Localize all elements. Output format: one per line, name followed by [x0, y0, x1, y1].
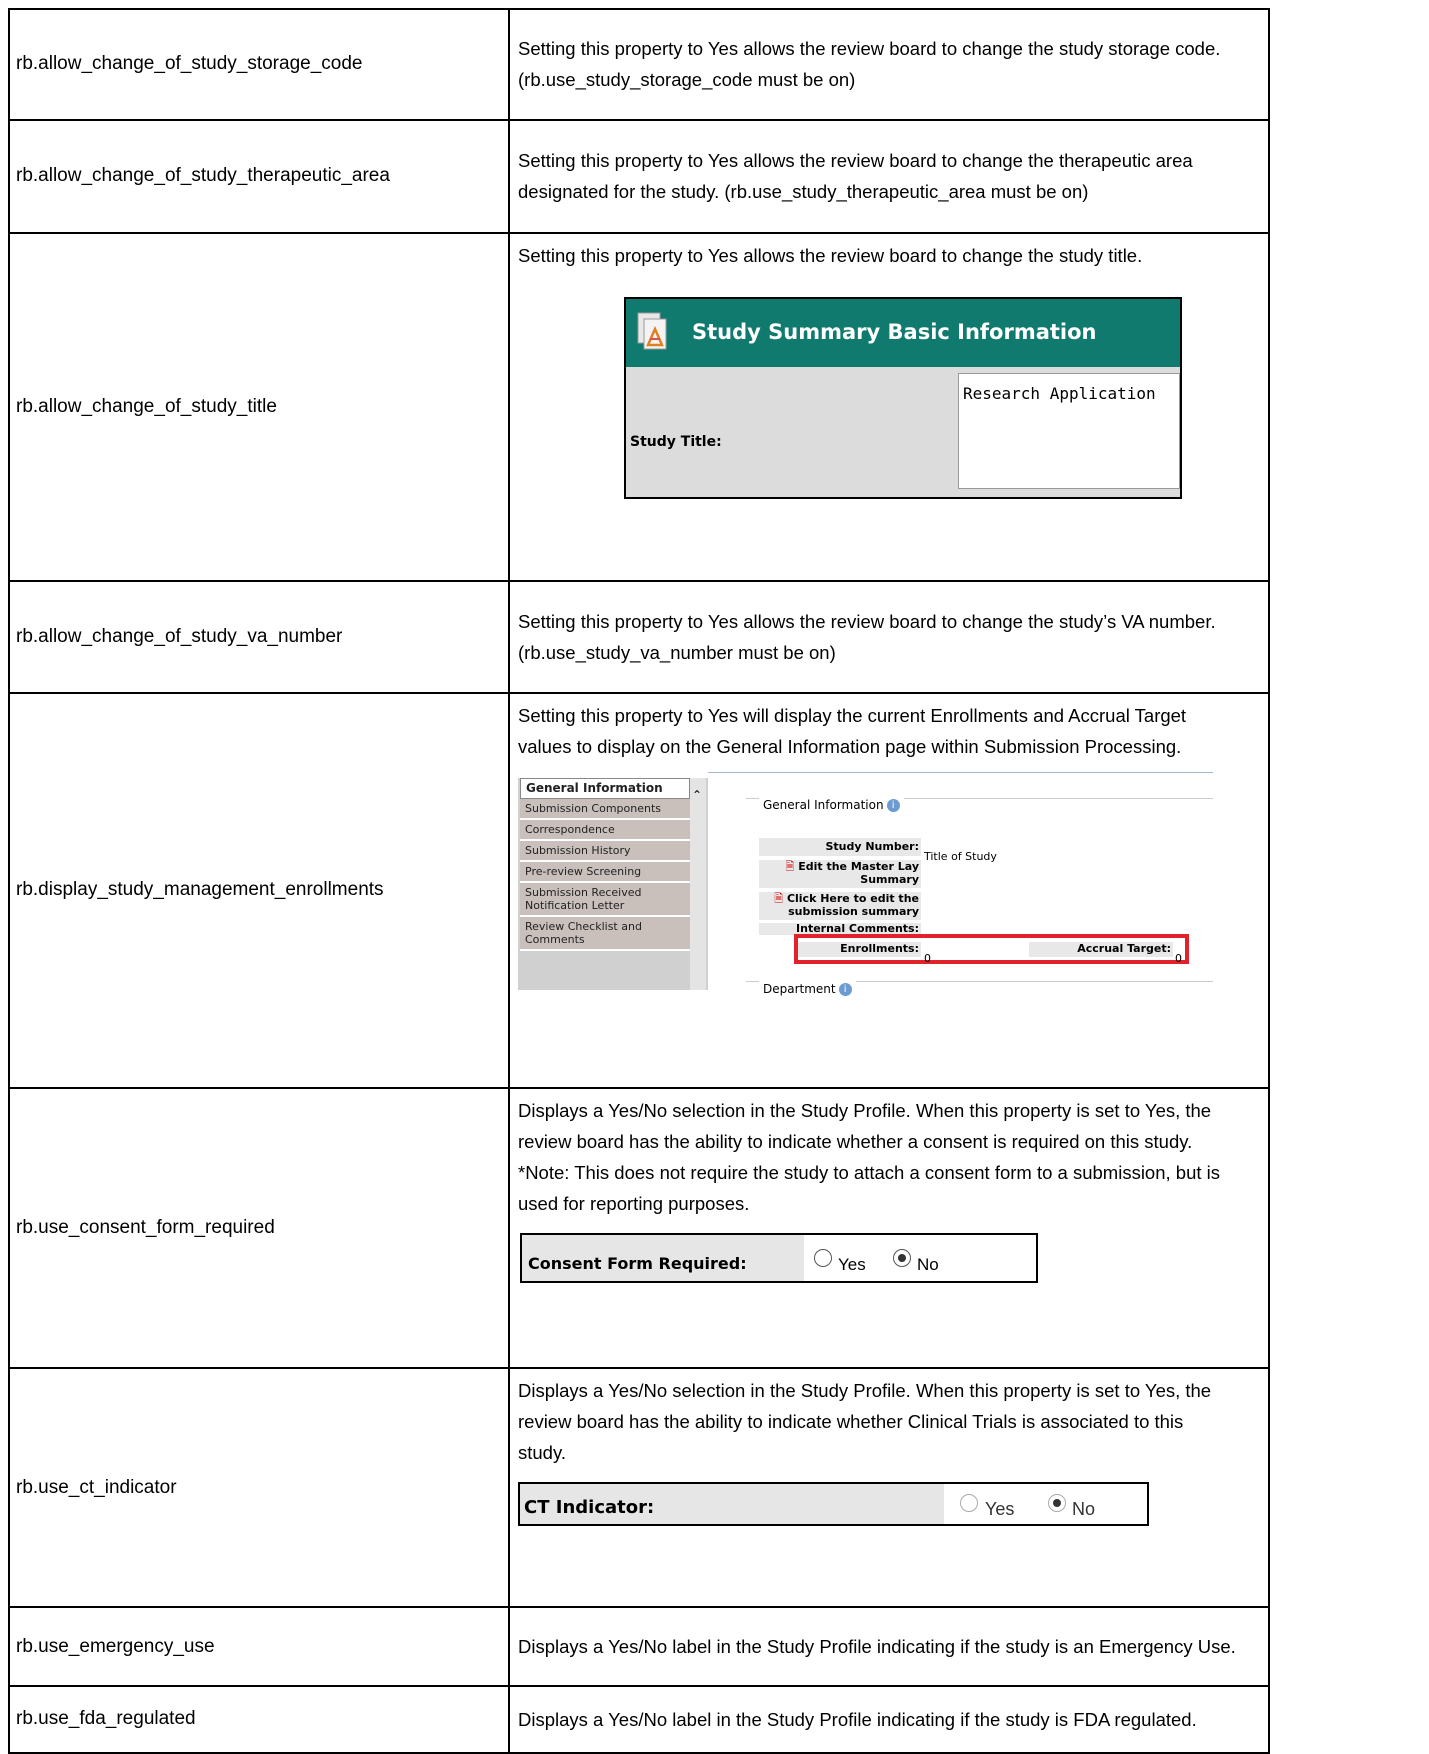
property-description: Displays a Yes/No selection in the Study… — [508, 1366, 1270, 1609]
menu-item-submission-history[interactable]: Submission History — [520, 840, 690, 862]
description-line: Displays a Yes/No selection in the Study… — [518, 1100, 1212, 1122]
ct-no-radio[interactable] — [1048, 1493, 1066, 1512]
property-name: rb.use_ct_indicator — [8, 1366, 510, 1609]
enrollments-value: 0 — [924, 951, 931, 965]
description-line: Setting this property to Yes allows the … — [518, 244, 1143, 266]
consent-yes-radio[interactable] — [814, 1249, 832, 1268]
study-title-input[interactable]: Research Application — [958, 372, 1180, 489]
ct-no-label[interactable]: No — [1072, 1494, 1095, 1525]
study-number-label: Study Number: — [759, 837, 921, 856]
study-number-value: Title of Study — [924, 849, 997, 863]
property-description: Setting this property to Yes allows the … — [508, 8, 1270, 121]
property-description: Displays a Yes/No label in the Study Pro… — [508, 1606, 1270, 1687]
accrual-target-value: 0 — [1175, 951, 1182, 965]
ct-yes-radio[interactable] — [960, 1493, 978, 1512]
info-icon[interactable]: i — [886, 798, 900, 812]
menu-item-review-checklist[interactable]: Review Checklist and Comments — [520, 916, 690, 951]
consent-no-label[interactable]: No — [917, 1249, 939, 1280]
table-row: rb.allow_change_of_study_va_number Setti… — [8, 579, 1270, 694]
property-name: rb.allow_change_of_study_therapeutic_are… — [8, 118, 510, 234]
description-line: Setting this property to Yes allows the … — [518, 610, 1216, 632]
table-row: rb.use_emergency_use Displays a Yes/No l… — [8, 1606, 1270, 1687]
consent-form-required-field: Consent Form Required: Yes No — [520, 1233, 1038, 1284]
general-information-screenshot: General Information Submission Component… — [518, 768, 1218, 1005]
menu-item-general-information[interactable]: General Information — [520, 777, 690, 799]
description-line: Setting this property to Yes allows the … — [518, 150, 1193, 172]
study-summary-panel: Study Summary Basic Information Study Ti… — [624, 296, 1182, 499]
property-name: rb.display_study_management_enrollments — [8, 691, 510, 1090]
divider — [708, 771, 1213, 773]
menu-item-submission-received[interactable]: Submission Received Notification Letter — [520, 882, 690, 917]
description-line: *Note: This does not require the study t… — [518, 1162, 1221, 1184]
description-line: values to display on the General Informa… — [518, 735, 1182, 757]
edit-lay-summary-text: Edit the Master Lay Summary — [798, 859, 919, 886]
table-row: rb.use_ct_indicator Displays a Yes/No se… — [8, 1366, 1270, 1609]
study-title-label: Study Title: — [630, 433, 722, 450]
ct-indicator-field: CT Indicator: Yes No — [518, 1481, 1149, 1526]
description-line: review board has the ability to indicate… — [518, 1131, 1193, 1153]
description-line: (rb.use_study_va_number must be on) — [518, 641, 836, 663]
document-icon: 🗎 — [785, 859, 795, 873]
description-line: study. — [518, 1441, 566, 1463]
consent-no-radio[interactable] — [893, 1249, 911, 1268]
menu-item-submission-components[interactable]: Submission Components — [520, 798, 690, 820]
property-description: Setting this property to Yes will displa… — [508, 691, 1270, 1090]
property-name: rb.allow_change_of_study_va_number — [8, 579, 510, 694]
menu-item-pre-review-screening[interactable]: Pre-review Screening — [520, 861, 690, 883]
table-row: rb.allow_change_of_study_title Setting t… — [8, 231, 1270, 582]
menu-scrollbar[interactable]: ⌃ — [690, 777, 706, 990]
properties-table: rb.allow_change_of_study_storage_code Se… — [8, 8, 1270, 1754]
general-information-legend: General Information i — [759, 789, 904, 821]
menu-item-correspondence[interactable]: Correspondence — [520, 819, 690, 841]
consent-yes-label[interactable]: Yes — [838, 1249, 866, 1280]
document-icon: 🗎 — [774, 891, 784, 905]
property-description: Setting this property to Yes allows the … — [508, 579, 1270, 694]
property-name: rb.use_emergency_use — [8, 1606, 510, 1687]
description-line: review board has the ability to indicate… — [518, 1410, 1184, 1432]
table-row: rb.use_fda_regulated Displays a Yes/No l… — [8, 1684, 1270, 1754]
ct-indicator-label: CT Indicator: — [524, 1496, 655, 1518]
study-summary-title: Study Summary Basic Information — [692, 319, 1097, 344]
description-line: Displays a Yes/No selection in the Study… — [518, 1379, 1212, 1401]
info-icon[interactable]: i — [838, 982, 852, 996]
edit-submission-summary-link[interactable]: 🗎 Click Here to edit the submission summ… — [759, 891, 921, 920]
chevron-up-icon[interactable]: ⌃ — [692, 780, 702, 811]
property-name: rb.allow_change_of_study_title — [8, 231, 510, 582]
ct-yes-label[interactable]: Yes — [985, 1494, 1014, 1525]
property-name: rb.use_consent_form_required — [8, 1087, 510, 1369]
consent-form-label: Consent Form Required: — [528, 1254, 747, 1274]
table-row: rb.display_study_management_enrollments … — [8, 691, 1270, 1090]
submission-menu: General Information Submission Component… — [518, 777, 708, 990]
enrollments-label: Enrollments: — [798, 941, 921, 957]
property-description: Displays a Yes/No selection in the Study… — [508, 1087, 1270, 1369]
property-description: Displays a Yes/No label in the Study Pro… — [508, 1684, 1270, 1754]
description-line: (rb.use_study_storage_code must be on) — [518, 69, 856, 91]
accrual-target-label: Accrual Target: — [1029, 941, 1173, 957]
edit-submission-summary-text: Click Here to edit the submission summar… — [786, 891, 919, 918]
property-name: rb.use_fda_regulated — [8, 1684, 510, 1754]
table-row: rb.use_consent_form_required Displays a … — [8, 1087, 1270, 1369]
table-row: rb.allow_change_of_study_storage_code Se… — [8, 8, 1270, 121]
study-summary-header: Study Summary Basic Information — [626, 298, 1180, 367]
section-title: General Information — [763, 797, 884, 812]
department-legend: Department i — [759, 973, 856, 1005]
description-line: used for reporting purposes. — [518, 1193, 750, 1215]
description-line: Displays a Yes/No label in the Study Pro… — [518, 1708, 1197, 1730]
department-label: Department — [763, 981, 836, 996]
property-description: Setting this property to Yes allows the … — [508, 118, 1270, 234]
property-name: rb.allow_change_of_study_storage_code — [8, 8, 510, 121]
description-line: Setting this property to Yes allows the … — [518, 38, 1221, 60]
table-row: rb.allow_change_of_study_therapeutic_are… — [8, 118, 1270, 234]
edit-lay-summary-link[interactable]: 🗎 Edit the Master Lay Summary — [759, 859, 921, 888]
description-line: Setting this property to Yes will displa… — [518, 704, 1187, 726]
study-document-icon — [637, 312, 667, 350]
description-line: Displays a Yes/No label in the Study Pro… — [518, 1636, 1236, 1658]
property-description: Setting this property to Yes allows the … — [508, 231, 1270, 582]
description-line: designated for the study. (rb.use_study_… — [518, 181, 1089, 203]
